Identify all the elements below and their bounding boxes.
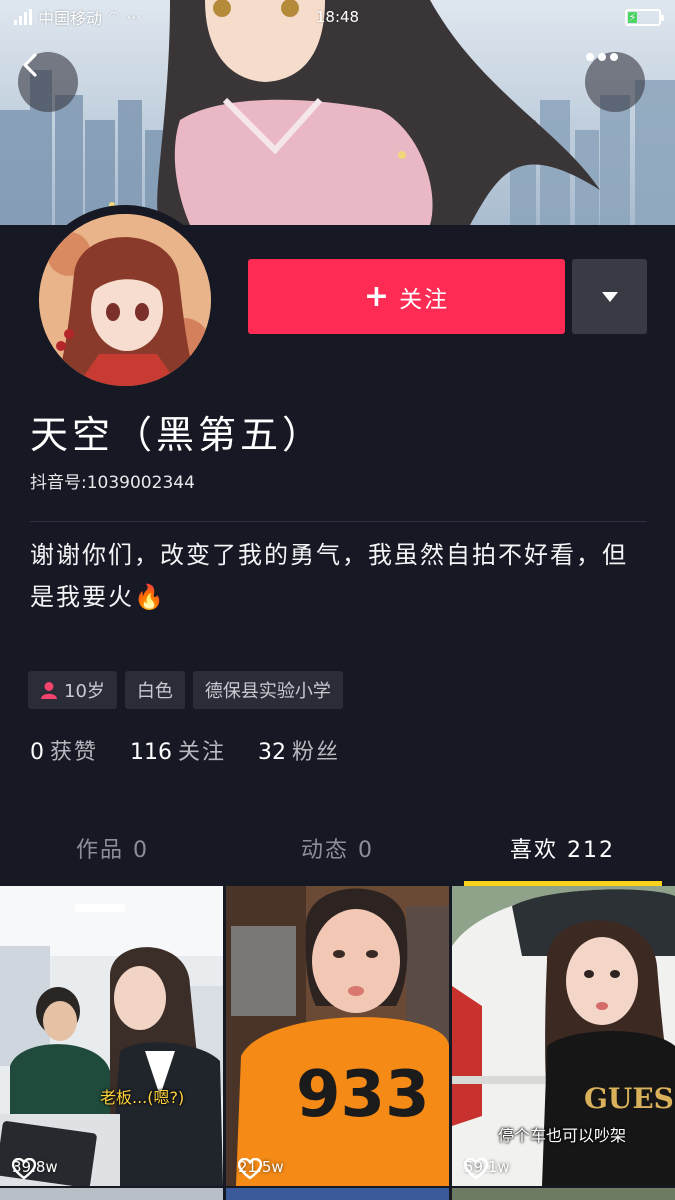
office-scene bbox=[0, 886, 223, 1186]
video-thumbnail[interactable]: GUESS 停个车也可以吵架 59.1w bbox=[452, 886, 675, 1186]
follow-label: 关注 bbox=[399, 286, 450, 313]
tag-label: 白色 bbox=[136, 681, 173, 702]
profile-screen: 中国移动 ◠ ··· 18:48 ⚡ + 关注 天空（黑第五） 抖音号:1039… bbox=[0, 0, 675, 1200]
carrier-label: 中国移动 bbox=[38, 9, 103, 28]
like-count: 59.1w bbox=[464, 1158, 510, 1180]
battery-icon: ⚡ bbox=[625, 8, 664, 26]
stat-following[interactable]: 116 关注 bbox=[130, 734, 226, 766]
tag-school: 德保县实验小学 bbox=[192, 671, 343, 709]
svg-text:933: 933 bbox=[296, 1058, 430, 1132]
heart-outline-icon bbox=[238, 1158, 262, 1180]
next-row-preview bbox=[0, 1188, 675, 1200]
tab-liked[interactable]: 喜欢 212 bbox=[450, 810, 675, 886]
triangle-down-icon bbox=[601, 291, 618, 302]
back-button[interactable] bbox=[18, 52, 78, 112]
status-time: 18:48 bbox=[315, 8, 360, 26]
video-grid: 老板...(嗯?) 39.8w 933 21.5w GUES 停个车也可以吵架 … bbox=[0, 886, 675, 1200]
content-tabs: 作品 0 动态 0 喜欢 212 bbox=[0, 810, 675, 886]
stat-label: 粉丝 bbox=[292, 740, 341, 765]
follow-button[interactable]: + 关注 bbox=[248, 259, 565, 334]
svg-text:GUESS: GUESS bbox=[584, 1082, 675, 1115]
wifi-icon: ◠ bbox=[108, 9, 121, 25]
stat-value: 116 bbox=[130, 740, 173, 765]
bio-text: 谢谢你们，改变了我的勇气，我虽然自拍不好看，但是我要火🔥 bbox=[30, 541, 628, 611]
stat-value: 0 bbox=[30, 740, 44, 765]
status-bar: 中国移动 ◠ ··· 18:48 ⚡ bbox=[0, 0, 675, 34]
stat-followers[interactable]: 32 粉丝 bbox=[258, 734, 340, 766]
avatar-illustration bbox=[39, 214, 211, 386]
video-caption: 停个车也可以吵架 bbox=[498, 1126, 627, 1145]
stat-likes: 0 获赞 bbox=[30, 734, 98, 766]
heart-outline-icon bbox=[464, 1158, 488, 1180]
cover-image: 中国移动 ◠ ··· 18:48 ⚡ bbox=[0, 0, 675, 225]
tag-label: 10岁 bbox=[64, 681, 105, 702]
video-caption: 老板...(嗯?) bbox=[100, 1088, 185, 1107]
divider bbox=[30, 521, 647, 522]
tag-constellation: 白色 bbox=[124, 671, 185, 709]
like-count: 21.5w bbox=[238, 1158, 284, 1180]
video-thumbnail[interactable]: 老板...(嗯?) 39.8w bbox=[0, 886, 223, 1186]
signal-icon bbox=[14, 9, 32, 25]
selfie-scene: 933 bbox=[226, 886, 449, 1186]
stat-value: 32 bbox=[258, 740, 287, 765]
profile-stats: 0 获赞 116 关注 32 粉丝 bbox=[30, 734, 340, 766]
tag-age: 10岁 bbox=[28, 671, 117, 709]
heart-outline-icon bbox=[12, 1158, 36, 1180]
tab-activity[interactable]: 动态 0 bbox=[225, 810, 450, 886]
douyin-id[interactable]: 抖音号:1039002344 bbox=[30, 468, 195, 493]
more-dots-icon bbox=[586, 53, 618, 61]
profile-tags: 10岁 白色 德保县实验小学 bbox=[28, 671, 343, 709]
video-thumbnail[interactable]: 933 21.5w bbox=[226, 886, 449, 1186]
avatar[interactable] bbox=[39, 214, 211, 386]
more-status-icon: ··· bbox=[126, 7, 142, 27]
like-count: 39.8w bbox=[12, 1158, 58, 1180]
stat-label: 关注 bbox=[178, 740, 227, 765]
nickname: 天空（黑第五） bbox=[30, 413, 325, 457]
tag-label: 德保县实验小学 bbox=[204, 681, 331, 702]
tab-works[interactable]: 作品 0 bbox=[0, 810, 225, 886]
plus-icon: + bbox=[363, 279, 392, 314]
more-button[interactable] bbox=[585, 52, 645, 112]
recommend-dropdown-button[interactable] bbox=[572, 259, 647, 334]
female-icon bbox=[41, 682, 57, 699]
stat-label: 获赞 bbox=[50, 740, 99, 765]
chevron-left-icon bbox=[23, 53, 37, 77]
avatar-frame bbox=[30, 205, 220, 395]
